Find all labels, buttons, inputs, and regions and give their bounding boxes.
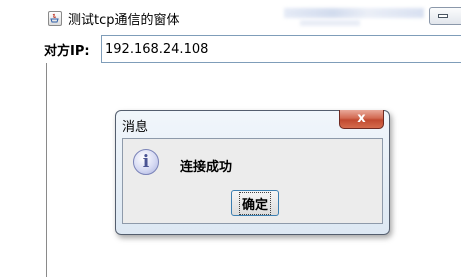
- dialog-body: i 连接成功 确定: [122, 138, 383, 224]
- minimize-icon: [438, 14, 448, 18]
- dialog-close-button[interactable]: x: [339, 110, 384, 129]
- dialog-message: 连接成功: [180, 160, 233, 175]
- close-icon: x: [357, 111, 366, 126]
- ip-input[interactable]: [101, 35, 461, 63]
- ok-button[interactable]: 确定: [231, 190, 279, 216]
- java-app-icon: [48, 11, 62, 26]
- blurred-background-text: [284, 8, 424, 18]
- ok-button-label: 确定: [238, 191, 271, 215]
- window-title: 测试tcp通信的窗体: [68, 13, 180, 28]
- message-dialog: 消息 x i 连接成功 确定: [115, 110, 390, 235]
- ip-label: 对方IP:: [44, 44, 90, 59]
- info-icon: i: [133, 149, 159, 175]
- ip-row: 对方IP:: [0, 35, 461, 63]
- title-bar[interactable]: 测试tcp通信的窗体: [0, 0, 461, 35]
- dialog-title: 消息: [122, 120, 149, 135]
- blurred-background-text: [300, 20, 360, 26]
- main-window: 测试tcp通信的窗体 对方IP: 消息 x i 连接成功 确定: [0, 0, 461, 277]
- minimize-button[interactable]: [429, 7, 461, 25]
